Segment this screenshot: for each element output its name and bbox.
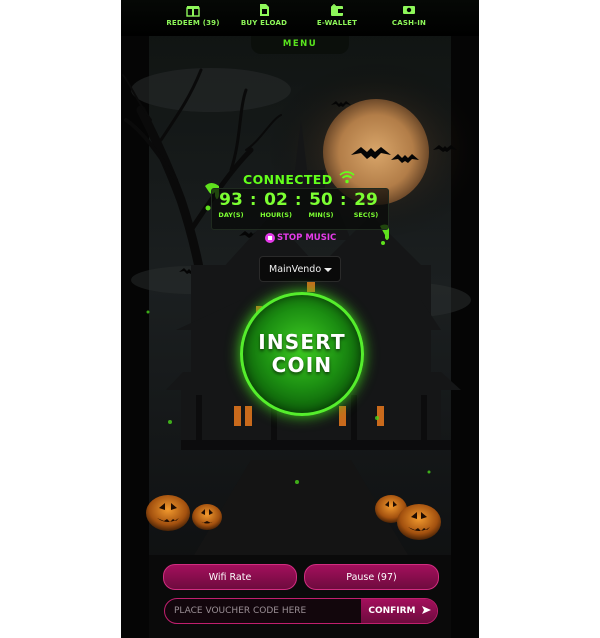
phone-screen: REDEEM (39) BUY ELOAD E-WALLET CASH-IN M…: [121, 0, 479, 638]
timer-separator: :: [250, 190, 257, 209]
connected-label: CONNECTED: [243, 172, 333, 187]
nav-redeem-label: REDEEM (39): [166, 19, 220, 27]
stop-icon: [265, 233, 275, 243]
stop-music-label: STOP MUSIC: [277, 233, 337, 243]
cash-icon: [403, 6, 415, 14]
insert-coin-line1: INSERT: [258, 330, 346, 354]
timer-days: 93 DAY(S): [214, 189, 248, 220]
timer-separator: :: [295, 190, 302, 209]
timer-mins: 50 MIN(S): [304, 189, 338, 220]
vendo-selected-value: MainVendo: [269, 264, 322, 275]
timer-hours-label: HOUR(S): [260, 211, 292, 219]
timer-secs: 29 SEC(S): [349, 189, 383, 220]
nav-e-wallet[interactable]: E-WALLET: [297, 3, 377, 27]
caret-down-icon: [324, 268, 332, 272]
timer-separator: :: [340, 190, 347, 209]
nav-buy-eload-label: BUY ELOAD: [240, 19, 288, 27]
confirm-label: CONFIRM: [368, 606, 416, 616]
timer-hours-value: 02: [264, 190, 288, 210]
menu-tab[interactable]: MENU: [251, 36, 349, 54]
stop-music-button[interactable]: STOP MUSIC: [265, 233, 336, 247]
timer-hours: 02 HOUR(S): [259, 189, 293, 220]
nav-cash-in-label: CASH-IN: [391, 19, 427, 27]
insert-coin-line2: COIN: [271, 353, 333, 377]
gift-icon: [186, 6, 200, 17]
timer-mins-value: 50: [309, 190, 333, 210]
timer-days-label: DAY(S): [218, 211, 244, 219]
wifi-rate-button[interactable]: Wifi Rate: [163, 564, 297, 590]
countdown-timer: 93 DAY(S) : 02 HOUR(S) : 50 MIN(S) : 29 …: [211, 188, 389, 230]
pause-button[interactable]: Pause (97): [304, 564, 439, 590]
wallet-icon: [331, 4, 343, 16]
nav-cash-in[interactable]: CASH-IN: [369, 3, 449, 27]
voucher-code-input[interactable]: [165, 599, 361, 623]
wifi-icon: [339, 171, 355, 184]
timer-days-value: 93: [219, 190, 243, 210]
timer-mins-label: MIN(S): [308, 211, 334, 219]
nav-buy-eload[interactable]: BUY ELOAD: [224, 3, 304, 27]
nav-redeem[interactable]: REDEEM (39): [153, 3, 233, 27]
timer-secs-value: 29: [354, 190, 378, 210]
voucher-form: CONFIRM: [164, 598, 438, 624]
timer-secs-label: SEC(S): [353, 211, 379, 219]
confirm-button[interactable]: CONFIRM: [361, 599, 437, 623]
vendo-select[interactable]: MainVendo: [259, 256, 341, 282]
insert-coin-button[interactable]: INSERT COIN: [240, 292, 364, 416]
sim-card-icon: [260, 4, 269, 16]
top-nav-bar: REDEEM (39) BUY ELOAD E-WALLET CASH-IN: [121, 0, 479, 36]
send-icon: [421, 606, 431, 614]
nav-e-wallet-label: E-WALLET: [316, 19, 358, 27]
